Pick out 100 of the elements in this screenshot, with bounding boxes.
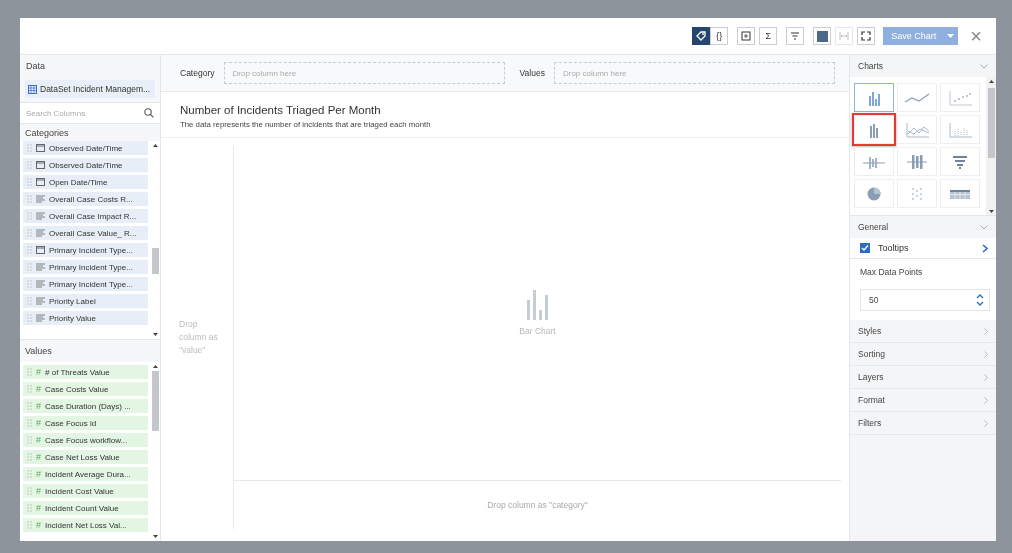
- pie-chart-option[interactable]: [854, 179, 894, 208]
- chevron-down-icon: [980, 63, 988, 69]
- chevron-right-icon: [984, 373, 988, 381]
- toolbar-button[interactable]: {}: [710, 27, 729, 45]
- scrollbar[interactable]: [151, 362, 160, 541]
- area-chart-icon: [904, 121, 930, 138]
- field-label: Values: [519, 68, 545, 78]
- calendar-icon: [36, 144, 45, 152]
- search-field[interactable]: Search Columns: [26, 108, 136, 118]
- color-swatch-icon: [816, 30, 828, 42]
- table-chart-option[interactable]: [940, 179, 980, 208]
- column-item[interactable]: Primary Incident Type...: [23, 243, 148, 257]
- box-chart-option[interactable]: [897, 147, 937, 176]
- tag-icon: [696, 31, 707, 41]
- column-item[interactable]: # # of Threats Value: [23, 365, 148, 379]
- scrollbar[interactable]: [151, 141, 160, 339]
- calendar-icon: [36, 178, 45, 186]
- expand-button[interactable]: [857, 27, 876, 45]
- filter-button[interactable]: [786, 27, 805, 45]
- table-icon: [28, 84, 37, 94]
- column-item[interactable]: # Case Focus workflow...: [23, 433, 148, 447]
- section-header[interactable]: General: [850, 216, 996, 238]
- number-type-mark: #: [36, 486, 41, 496]
- column-item[interactable]: # Incident Average Dura...: [23, 467, 148, 481]
- tooltips-row[interactable]: Tooltips: [850, 238, 996, 259]
- chevron-down-icon: [980, 224, 988, 230]
- funnel-chart-option[interactable]: [940, 147, 980, 176]
- column-item[interactable]: Priority Value: [23, 311, 148, 325]
- scroll-down-icon[interactable]: [153, 535, 158, 538]
- search-field[interactable]: Search Columns: [20, 102, 160, 124]
- scatter-chart-icon: [947, 89, 973, 106]
- close-button[interactable]: ×: [968, 27, 984, 45]
- column-item[interactable]: # Case Focus id: [23, 416, 148, 430]
- frame-button[interactable]: [737, 27, 756, 45]
- column-item[interactable]: Primary Incident Type...: [23, 260, 148, 274]
- section-header[interactable]: Charts: [850, 55, 996, 77]
- scroll-thumb[interactable]: [152, 371, 159, 431]
- panel-title: Data: [25, 60, 46, 73]
- bar-chart-option[interactable]: [854, 83, 894, 112]
- scroll-up-icon[interactable]: [988, 80, 994, 83]
- number-type-mark: #: [36, 435, 41, 445]
- scroll-down-icon[interactable]: [153, 333, 158, 336]
- cross-chart-option[interactable]: [854, 147, 894, 176]
- scroll-up-icon[interactable]: [153, 144, 158, 147]
- chevron-right-icon: [984, 327, 988, 335]
- section-header[interactable]: Format: [850, 389, 996, 412]
- text-lines-icon: [36, 195, 45, 203]
- spinner-icon: [976, 294, 984, 306]
- swatch-button[interactable]: [813, 27, 832, 45]
- scrollbar[interactable]: [986, 77, 996, 215]
- dataset-item[interactable]: DataSet Incident Managem...: [25, 80, 155, 98]
- dots-chart-option[interactable]: [897, 179, 937, 208]
- text-lines-icon: [36, 297, 45, 305]
- bar-chart-icon: [526, 290, 549, 320]
- column-item[interactable]: Overall Case Impact R...: [23, 209, 148, 223]
- text-lines-icon: [36, 314, 45, 322]
- scroll-thumb[interactable]: [152, 248, 159, 274]
- section-header[interactable]: Filters: [850, 412, 996, 435]
- number-type-mark: #: [36, 367, 41, 377]
- dotbar-chart-option[interactable]: [940, 115, 980, 144]
- column-item[interactable]: Overall Case Costs R...: [23, 192, 148, 206]
- scroll-down-icon[interactable]: [988, 210, 994, 213]
- column-item[interactable]: # Case Net Loss Value: [23, 450, 148, 464]
- column-item[interactable]: Open Date/Time: [23, 175, 148, 189]
- column-item[interactable]: # Incident Net Loss Val...: [23, 518, 148, 532]
- column-item[interactable]: Observed Date/Time: [23, 141, 148, 155]
- section-header[interactable]: Layers: [850, 366, 996, 389]
- scroll-thumb[interactable]: [987, 88, 995, 158]
- column-item[interactable]: # Incident Count Value: [23, 501, 148, 515]
- column-item[interactable]: Primary Incident Type...: [23, 277, 148, 291]
- tag-button[interactable]: [692, 27, 711, 45]
- column-item[interactable]: Priority Label: [23, 294, 148, 308]
- toolbar-button[interactable]: Σ: [759, 27, 778, 45]
- column-item[interactable]: Overall Case Value_ R...: [23, 226, 148, 240]
- text-lines-icon: [36, 212, 45, 220]
- width-arrows-icon: [839, 31, 850, 41]
- box-chart-icon: [904, 153, 930, 170]
- chart-title: Number of Incidents Triaged Per Month: [180, 104, 382, 116]
- number-field[interactable]: 50: [860, 289, 990, 311]
- area-chart-option[interactable]: [897, 115, 937, 144]
- column-item[interactable]: # Case Duration (Days) ...: [23, 399, 148, 413]
- line-chart-option[interactable]: [897, 83, 937, 112]
- section-header[interactable]: Styles: [850, 320, 996, 343]
- calendar-icon: [36, 161, 45, 169]
- number-type-mark: #: [36, 452, 41, 462]
- column-item[interactable]: # Incident Cost Value: [23, 484, 148, 498]
- expand-icon: [861, 31, 872, 41]
- number-type-mark: #: [36, 520, 41, 530]
- section-header[interactable]: Sorting: [850, 343, 996, 366]
- column-item[interactable]: # Case Costs Value: [23, 382, 148, 396]
- field-label: Max Data Points: [850, 259, 996, 285]
- search-icon: [144, 108, 154, 118]
- text-lines-icon: [36, 280, 45, 288]
- number-type-mark: #: [36, 401, 41, 411]
- scroll-up-icon[interactable]: [153, 365, 158, 368]
- caret-icon: [947, 34, 955, 38]
- checkbox[interactable]: [860, 243, 870, 253]
- text-lines-icon: [36, 263, 45, 271]
- column-item[interactable]: Observed Date/Time: [23, 158, 148, 172]
- calendar-icon: [36, 246, 45, 254]
